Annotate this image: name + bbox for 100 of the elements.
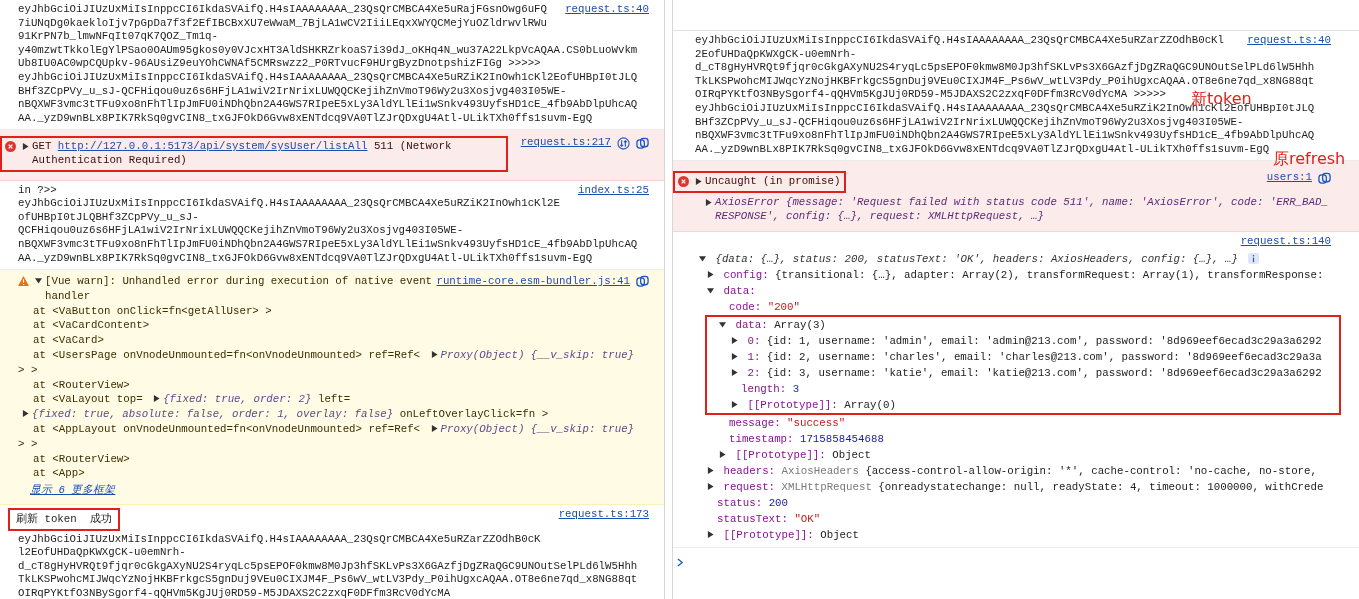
log-text: eyJhbGciOiJIUzUxMiIsInppcCI6IkdaSVAifQ.H4sIAAAAAAAA_23QsQrCMBCA4Xe5uRZiK2InOwh1cKl2EofUHBpI0tJLQ <box>18 70 638 83</box>
expand-triangle-icon[interactable] <box>430 351 438 359</box>
error-icon <box>5 141 16 153</box>
expand-triangle-icon[interactable] <box>705 198 712 206</box>
property-key: data: <box>723 284 756 297</box>
log-text: OIRqPYKtfO3NBySgorf4-qQHVm5KgJUj0RD59-M5JDAXS2C2zxqF0DFfm3RcV0dYcMA >>>>> <box>695 88 1166 101</box>
stack-frame-text: at <VaButton onClick=fn<getAllUser> > <box>33 304 272 317</box>
property-value: {id: 2, username: 'charles', email: 'charles@213.com', password: '8d969eef6ecad3c29a3a <box>766 350 1322 363</box>
property-key: headers: <box>723 464 776 477</box>
property-value: "success" <box>787 416 846 429</box>
stack-frame-text: at <VaCard> <box>33 334 104 347</box>
property-value: Object <box>820 528 859 541</box>
collapse-triangle-icon[interactable] <box>719 320 726 328</box>
property-key: request: <box>723 480 776 493</box>
expand-triangle-icon[interactable] <box>731 352 738 360</box>
expand-triangle-icon[interactable] <box>695 178 702 186</box>
property-key: data: <box>735 318 768 331</box>
log-text: AA._yzD9wnBLx8PIK7RkSq0gvCIN8_txGJFOkD6Gvw8xENTdcq9VA0TlZJrQDxgU4Atl-ULikTXh0ffs1suvm-EgQ <box>695 142 1270 155</box>
arrows-circle-icon[interactable] <box>617 136 630 150</box>
property-key: config: <box>723 268 769 281</box>
log-text: y40mzwtTkkolEgYlPSao0OAUm95gkos0y0VJcxHT3AldSHKRZrkoaS7i39dJ_oKHq4N_wu37A22LkpVcAQAA.CS0bLuoWvkm <box>18 43 638 56</box>
object-summary: {data: {…}, status: 200, statusText: 'OK', headers: AxiosHeaders, config: {…}, …} <box>715 252 1238 265</box>
log-text: AA._yzD9wnBLx8PIK7RkSq0gvCIN8_txGJFOkD6Gvw8xENTdcq9VA0TlZJrQDxgU4Atl-ULikTXh0ffs1suvm-EgQ <box>18 111 593 124</box>
stack-frame-text: onLeftOverlayClick=fn > <box>399 408 549 421</box>
expand-triangle-icon[interactable] <box>707 466 714 474</box>
expand-triangle-icon[interactable] <box>731 400 738 408</box>
log-text: eyJhbGciOiJIUzUxMiIsInppcCI6IkdaSVAifQ.H4sIAAAAAAAA_23QsQrCMBCA4Xe5uRajFGsnOwg6uFQ <box>18 3 547 15</box>
object-preview[interactable]: Proxy(Object) {__v_skip: true} <box>440 423 635 436</box>
source-link[interactable]: request.ts:40 <box>565 3 649 17</box>
collapse-triangle-icon[interactable] <box>699 254 706 262</box>
expand-triangle-icon[interactable] <box>707 530 714 538</box>
log-text: eyJhbGciOiJIUzUxMiIsInppcCI6IkdaSVAifQ.H4sIAAAAAAAA_23QsQrCMBCA4Xe5uRZiK2InOwh1cKl2E <box>18 197 560 210</box>
overlap-squares-icon[interactable] <box>636 275 649 288</box>
log-text: in ?>> <box>18 183 57 196</box>
log-text: 91KrPN7b_lmwNFqIt07qK7QOZ_Tm1q- <box>18 30 218 43</box>
source-link[interactable]: request.ts:140 <box>1240 235 1331 249</box>
log-text: BHf3ZCpPVy_u_sJ-QCFHiqou0uz6s6HFjLA1wiV2IrNrixLUWQQCKejihZnVmoT96Wy2u3Xosjvg403I05WE- <box>695 115 1244 128</box>
log-text: BHf3ZCpPVy_u_sJ-QCFHiqou0uz6s6HFjLA1wiV2IrNrixLUWQQCKejihZnVmoT96Wy2u3Xosjvg403I05WE- <box>18 84 567 97</box>
expand-triangle-icon[interactable] <box>22 143 29 151</box>
stack-frame-text: > > <box>18 437 38 450</box>
expand-triangle-icon[interactable] <box>430 425 438 433</box>
expand-triangle-icon[interactable] <box>707 482 714 490</box>
log-text: TkLKSPwohcMIJWqcYzNojHKBFrkgcS5gnDuj9VEu0CIXJM4F_Ps6wV_wtLV3Pdy_P0ihUgxcAQAA.OT8e6ne7qd_x8NG88qt <box>18 573 638 586</box>
property-value: 1715858454688 <box>799 432 884 445</box>
log-text: 7iUNqDg0kaekloIjv7pGpDa7f3f2EfIBCBxXU7eWwaM_7BjLA1wCV2IiiLEqxXWYQCMejYuOZldrwvlRWu <box>18 16 547 29</box>
log-text: eyJhbGciOiJIUzUxMiIsInppcCI6IkdaSVAifQ.H4sIAAAAAAAA_23QsQrCMBCA4Xe5uRZarZZOdhB0cKl <box>695 34 1224 46</box>
expand-triangle-icon[interactable] <box>719 450 726 458</box>
property-value: {id: 3, username: 'katie', email: 'katie@213.com', password: '8d969eef6ecad3c29a3a6292 <box>766 366 1322 379</box>
property-key: timestamp: <box>729 432 794 445</box>
expand-triangle-icon[interactable] <box>22 410 29 418</box>
property-key: 0: <box>747 334 761 347</box>
property-key: status: <box>717 496 763 509</box>
property-value: 200 <box>768 496 788 509</box>
error-message: GET http://127.0.0.1:5173/api/system/sysUser/listAll 511 (Network Authentication Required) <box>32 140 453 168</box>
property-key: [[Prototype]]: <box>723 528 814 541</box>
property-value: "200" <box>767 300 800 313</box>
info-icon <box>1248 252 1260 264</box>
property-key: [[Prototype]]: <box>735 448 826 461</box>
stack-frame-text: at <AppLayout onVnodeUnmounted=fn<onVnodeUnmounted> ref=Ref< <box>33 423 421 436</box>
expand-triangle-icon[interactable] <box>731 368 738 376</box>
request-url-link[interactable]: http://127.0.0.1:5173/api/system/sysUser/listAll <box>57 140 368 153</box>
console-prompt-icon <box>677 557 684 567</box>
expand-triangle-icon[interactable] <box>153 395 161 403</box>
class-name: XMLHttpRequest <box>781 480 872 493</box>
collapse-triangle-icon[interactable] <box>35 277 42 285</box>
log-text: Ub8IU0AC0wpCQUpkv-96AUsiZ9euYOhCWNAf5CMRswzz2_P0RTvucF9HUrgByzDnotpshizFIGg >>>>> <box>18 57 541 70</box>
expand-triangle-icon[interactable] <box>731 336 738 344</box>
log-text: TkLKSPwohcMIJWqcYzNojHKBFrkgcS5gnDuj9VEu0CIXJM4F_Ps6wV_wtLV3Pdy_P0ihUgxcAQAA.OT8e6ne7qd_x8NG88qt <box>695 74 1315 87</box>
expand-triangle-icon[interactable] <box>707 270 714 278</box>
property-value: Array(0) <box>844 398 896 411</box>
object-preview[interactable]: {fixed: true, absolute: false, order: 1, overlay: false} <box>32 408 394 421</box>
source-link[interactable]: users:1 <box>1266 171 1312 185</box>
log-text: 刷新 token 成功 <box>8 508 120 531</box>
overlap-squares-icon[interactable] <box>636 136 649 150</box>
property-value: Object <box>832 448 871 461</box>
property-key: length: <box>741 382 787 395</box>
source-link[interactable]: index.ts:25 <box>578 183 649 198</box>
log-text: nBQXWF3vmc3tTFu9xo8nFhTlIpJmFU0iNDhQbn2A4GWS7RIpeE5xLy3AldYLlEi1wSnkv493UyfsHD1cE_4fb9AbDlpUhcAQ <box>18 98 638 111</box>
overlap-squares-icon[interactable] <box>1318 171 1331 185</box>
source-link[interactable]: request.ts:217 <box>520 136 611 150</box>
show-more-frames-link[interactable]: 显示 6 更多框架 <box>30 484 116 497</box>
log-text: ofUHBpI0tJLQBHf3ZCpPVy_u_sJ- <box>18 210 199 223</box>
property-key: message: <box>729 416 781 429</box>
error-icon <box>678 176 689 188</box>
property-value: Array(3) <box>774 318 826 331</box>
object-preview[interactable]: {fixed: true, order: 2} <box>163 393 312 406</box>
stack-frame-text: at <App> <box>33 467 85 480</box>
stack-frame-text: at <RouterView> <box>33 452 130 465</box>
log-text: d_cT8gHyHVRQt9fjqr0cGkgAXyNU2S4ryqLc5psEPOF0kmw8M0Jp3hfSKLvPs3X6GAzfjDgZRaQGC9UNOutSelPLd6lW5Hhh <box>695 61 1315 74</box>
property-value: {onreadystatechange: null, readyState: 4, timeout: 1000000, withCrede <box>878 480 1324 493</box>
source-link[interactable]: request.ts:173 <box>558 508 649 522</box>
log-text: OIRqPYKtfO3NBySgorf4-qQHVm5KgJUj0RD59-M5JDAXS2C2zxqF0DFfm3RcV0dYcMA <box>18 587 451 599</box>
property-key: 1: <box>747 350 761 363</box>
source-link[interactable]: runtime-core.esm-bundler.js:41 <box>436 274 630 289</box>
collapse-triangle-icon[interactable] <box>707 286 714 294</box>
property-key: code: <box>729 300 762 313</box>
source-link[interactable]: request.ts:40 <box>1247 34 1331 48</box>
stack-frame-text: at <UsersPage onVnodeUnmounted=fn<onVnodeUnmounted> ref=Ref< <box>33 349 421 362</box>
log-text: nBQXWF3vmc3tTFu9xo8nFhTlIpJmFU0iNDhQbn2A4GWS7RIpeE5xLy3AldYLlEi1wSnkv493UyfsHD1cE_4fb9AbDlpUhcAQ <box>695 129 1315 142</box>
object-preview[interactable]: Proxy(Object) {__v_skip: true} <box>440 349 635 362</box>
